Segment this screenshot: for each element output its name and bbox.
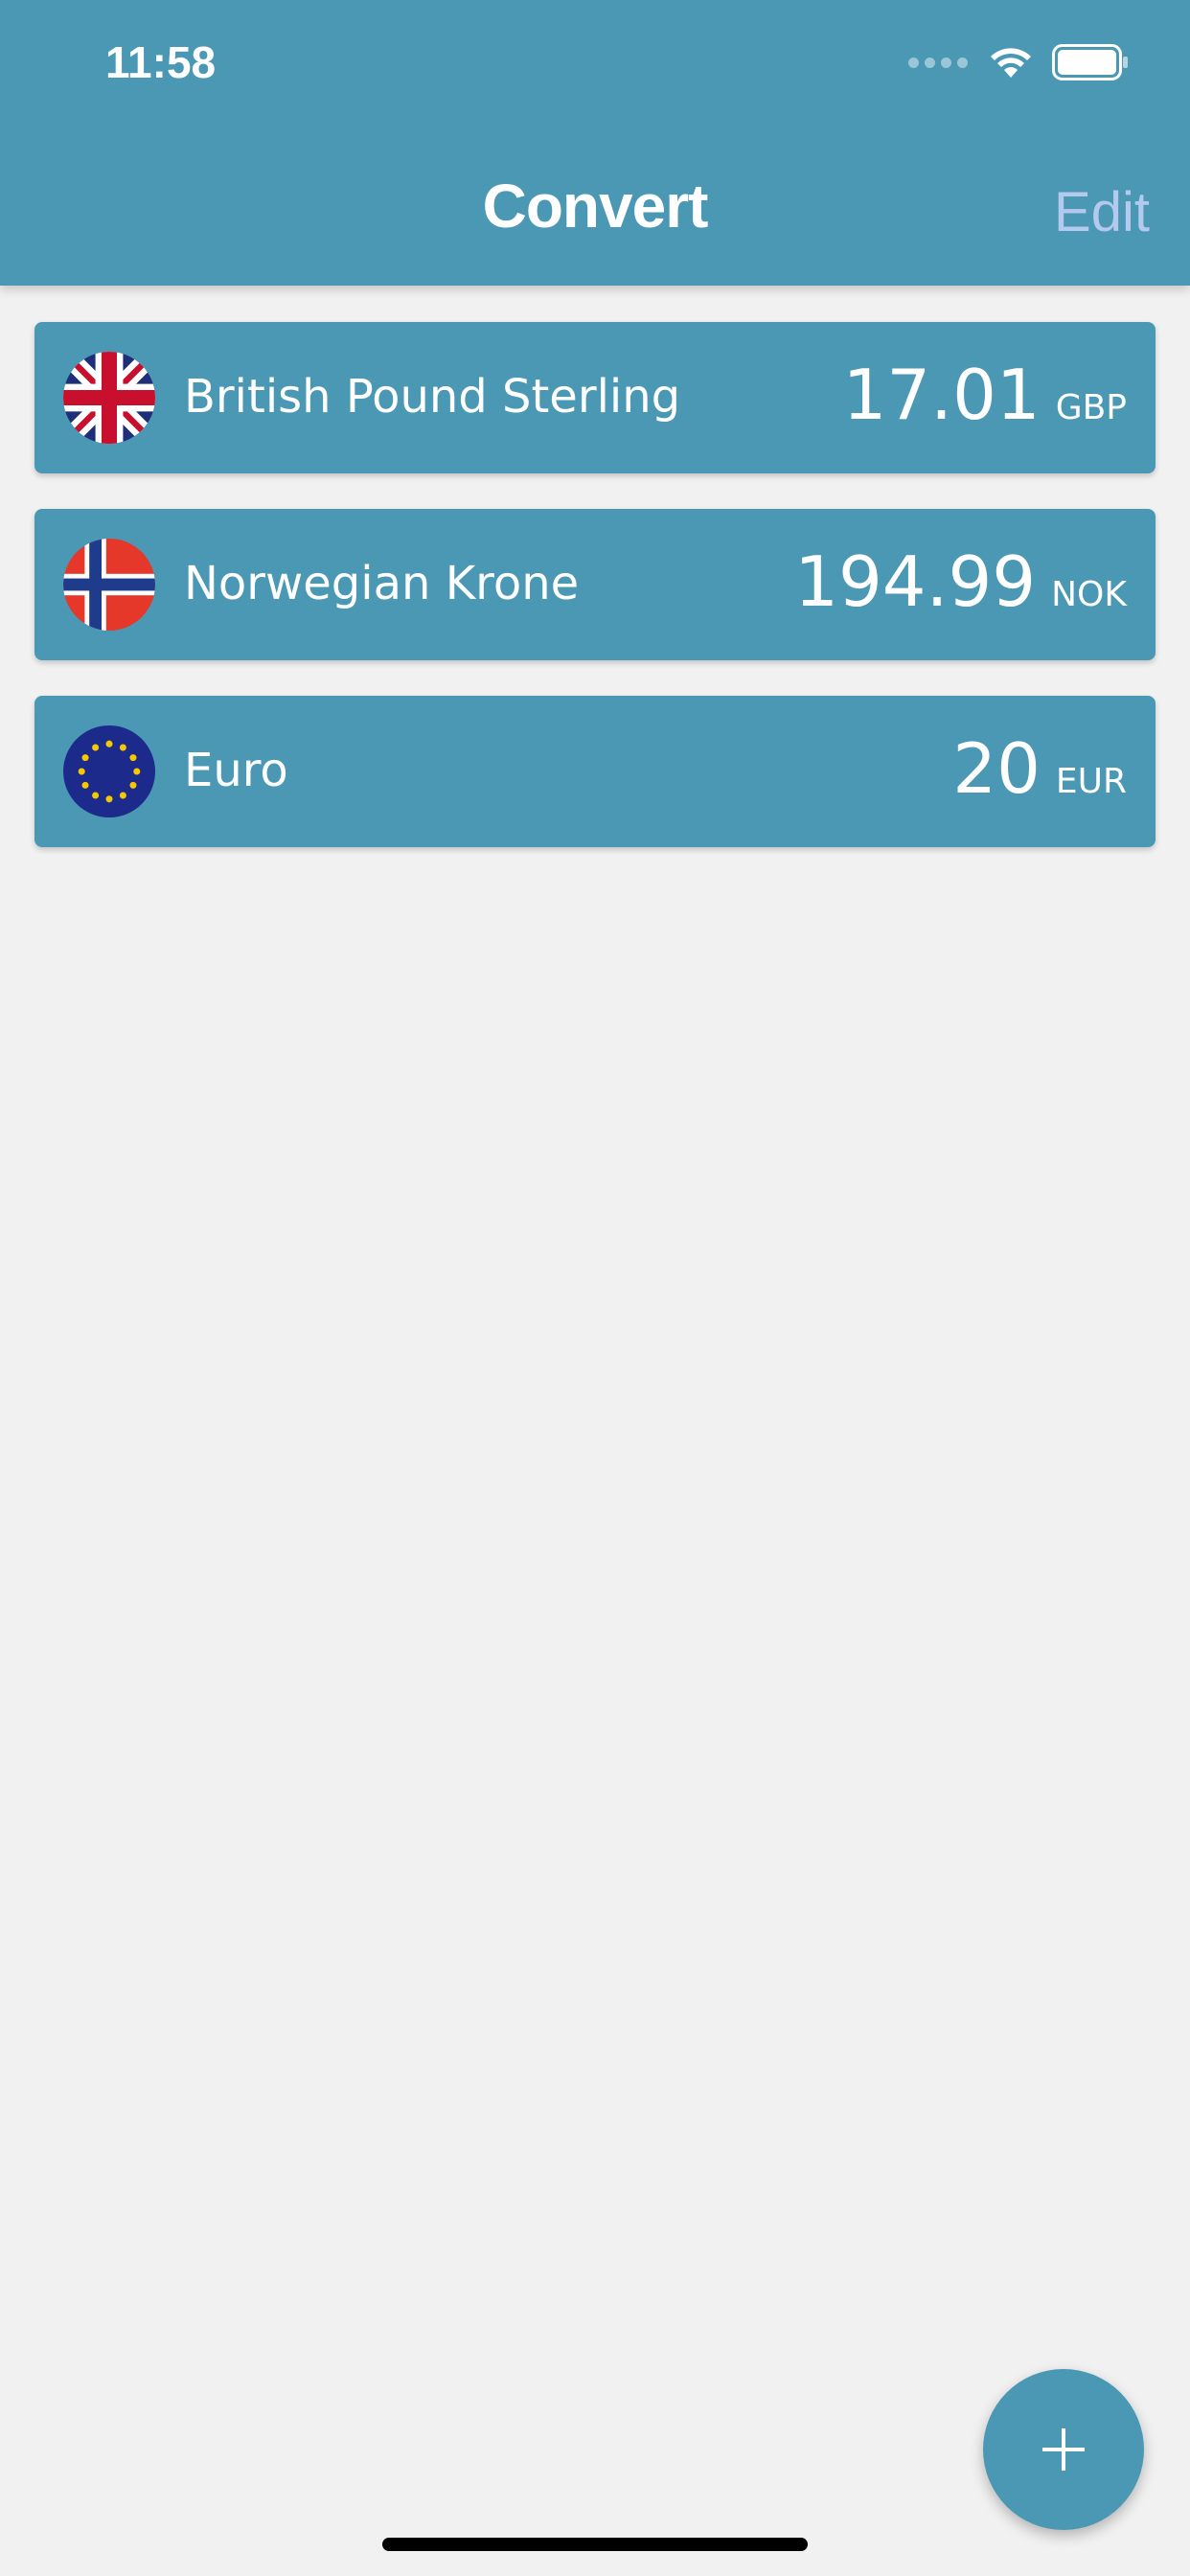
page-title: Convert bbox=[482, 172, 709, 241]
status-time: 11:58 bbox=[105, 37, 217, 87]
plus-icon bbox=[1042, 2428, 1085, 2471]
cellular-signal-icon bbox=[908, 57, 968, 68]
currency-code: NOK bbox=[1051, 575, 1127, 614]
currency-row-gbp[interactable]: British Pound Sterling 17.01 GBP bbox=[34, 322, 1156, 473]
currency-name: Euro bbox=[184, 744, 288, 797]
currency-amount[interactable]: 20 EUR bbox=[952, 728, 1127, 809]
battery-icon bbox=[1052, 44, 1128, 80]
uk-flag-icon bbox=[63, 352, 155, 444]
currency-code: GBP bbox=[1055, 388, 1127, 427]
currency-amount[interactable]: 194.99 NOK bbox=[794, 541, 1127, 622]
currency-row-eur[interactable]: Euro 20 EUR bbox=[34, 696, 1156, 847]
amount-value[interactable]: 194.99 bbox=[794, 541, 1036, 622]
currency-code: EUR bbox=[1055, 762, 1127, 801]
currency-name: Norwegian Krone bbox=[184, 557, 580, 610]
eu-flag-icon bbox=[63, 725, 155, 817]
status-icons bbox=[908, 44, 1129, 80]
norway-flag-icon bbox=[63, 539, 155, 631]
amount-value[interactable]: 20 bbox=[952, 728, 1041, 809]
currency-amount[interactable]: 17.01 GBP bbox=[843, 355, 1127, 435]
amount-value[interactable]: 17.01 bbox=[843, 355, 1041, 435]
edit-button[interactable]: Edit bbox=[1054, 180, 1150, 244]
wifi-icon bbox=[991, 48, 1031, 78]
home-indicator[interactable] bbox=[382, 2538, 808, 2551]
add-currency-button[interactable] bbox=[983, 2369, 1144, 2530]
currency-row-nok[interactable]: Norwegian Krone 194.99 NOK bbox=[34, 509, 1156, 660]
currency-name: British Pound Sterling bbox=[184, 370, 681, 424]
navigation-header: 11:58 Convert Edit bbox=[0, 0, 1190, 286]
